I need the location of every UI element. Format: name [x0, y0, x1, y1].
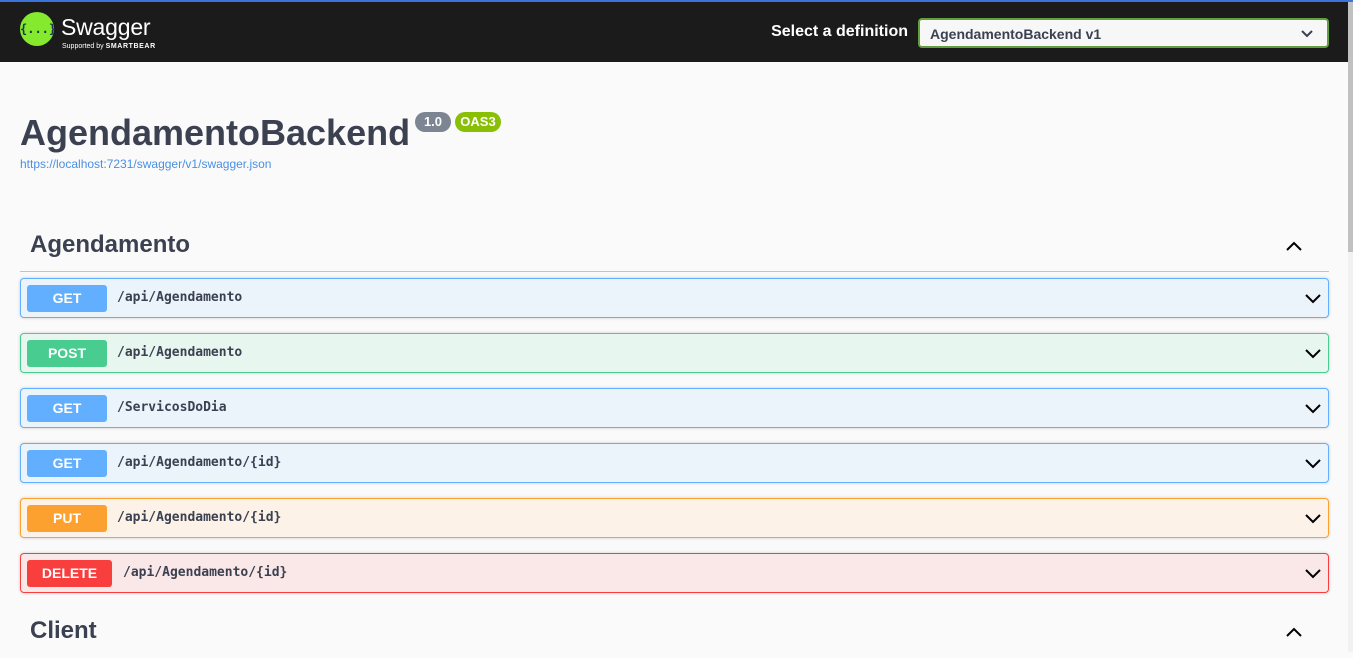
chevron-down-icon[interactable] — [1304, 292, 1322, 304]
version-badge: 1.0 — [415, 112, 451, 132]
tag-name: Agendamento — [30, 231, 191, 258]
operation-put-api-agendamento-id[interactable]: PUT /api/Agendamento/{id} — [20, 498, 1329, 538]
chevron-down-icon[interactable] — [1304, 457, 1322, 469]
oas-badge: OAS3 — [455, 112, 501, 132]
operation-get-api-agendamento[interactable]: GET /api/Agendamento — [20, 278, 1329, 318]
chevron-up-icon[interactable] — [1285, 626, 1303, 638]
method-badge: POST — [27, 340, 107, 367]
swagger-logo-subtitle: Supported by SMARTBEAR — [62, 43, 156, 50]
page-scrollbar[interactable] — [1348, 2, 1353, 652]
chevron-up-icon[interactable] — [1285, 240, 1303, 252]
operation-get-servicos-do-dia[interactable]: GET /ServicosDoDia — [20, 388, 1329, 428]
chevron-down-icon[interactable] — [1304, 347, 1322, 359]
method-badge: PUT — [27, 505, 107, 532]
topbar: {...} Swagger Supported by SMARTBEAR Sel… — [0, 2, 1348, 62]
operation-path: /api/Agendamento/{id} — [117, 510, 282, 525]
chevron-down-icon — [1301, 30, 1313, 38]
spec-url-link[interactable]: https://localhost:7231/swagger/v1/swagge… — [20, 157, 271, 171]
definition-select[interactable]: AgendamentoBackend v1 — [918, 18, 1329, 48]
operation-path: /api/Agendamento/{id} — [123, 565, 288, 580]
definition-select-value: AgendamentoBackend v1 — [930, 26, 1102, 42]
operation-path: /api/Agendamento/{id} — [117, 455, 282, 470]
definition-label: Select a definition — [771, 23, 908, 40]
tag-header-agendamento[interactable]: Agendamento — [20, 220, 1329, 272]
tag-name: Client — [30, 617, 97, 644]
chevron-down-icon[interactable] — [1304, 512, 1322, 524]
tag-header-client[interactable]: Client — [20, 606, 1329, 658]
operation-get-api-agendamento-id[interactable]: GET /api/Agendamento/{id} — [20, 443, 1329, 483]
method-badge: DELETE — [27, 560, 112, 587]
chevron-down-icon[interactable] — [1304, 402, 1322, 414]
operation-path: /ServicosDoDia — [117, 400, 227, 415]
swagger-logo[interactable]: {...} Swagger Supported by SMARTBEAR — [20, 12, 170, 54]
chevron-down-icon[interactable] — [1304, 567, 1322, 579]
scrollbar-thumb[interactable] — [1348, 2, 1353, 252]
method-badge: GET — [27, 450, 107, 477]
method-badge: GET — [27, 285, 107, 312]
operation-post-api-agendamento[interactable]: POST /api/Agendamento — [20, 333, 1329, 373]
swagger-logo-name: Swagger — [61, 14, 151, 40]
operation-path: /api/Agendamento — [117, 290, 243, 305]
operation-path: /api/Agendamento — [117, 345, 243, 360]
operation-delete-api-agendamento-id[interactable]: DELETE /api/Agendamento/{id} — [20, 553, 1329, 593]
method-badge: GET — [27, 395, 107, 422]
swagger-logo-icon: {...} — [20, 12, 56, 46]
api-title: AgendamentoBackend — [20, 112, 411, 153]
